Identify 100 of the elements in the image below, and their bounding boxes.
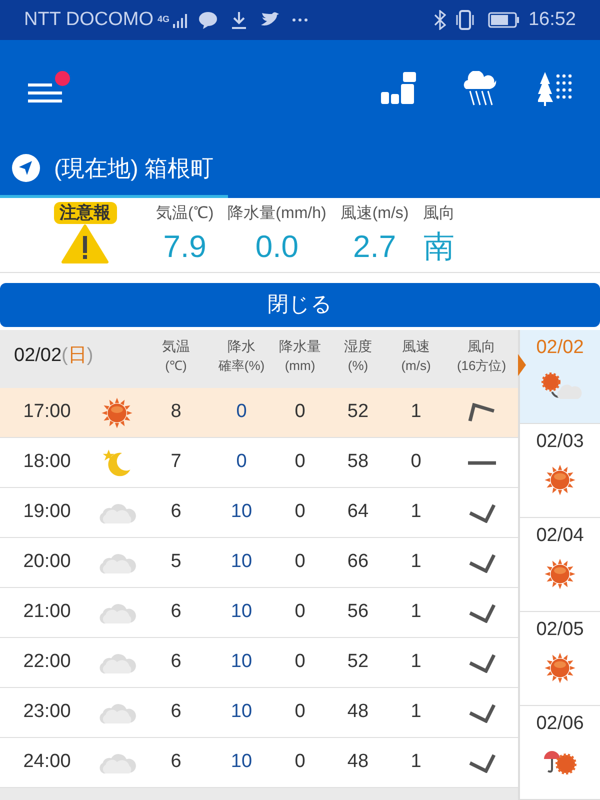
forecast-row[interactable]: 23:00 6 10 0 48 1 <box>0 688 518 738</box>
temperature-cell-text: 8 <box>170 400 182 424</box>
forecast-row[interactable]: 20:00 5 10 0 66 1 <box>0 538 518 588</box>
signal-icon <box>172 12 190 28</box>
precip-chance-cell-text: 0 <box>235 450 248 474</box>
forecast-row[interactable]: 22:00 6 10 0 52 1 <box>0 638 518 688</box>
precip-amount-cell-text: 0 <box>294 500 306 524</box>
weather-label: 風向 <box>422 204 455 224</box>
rain-cloud-button[interactable] <box>462 70 498 107</box>
day-date: 02/03 <box>536 430 584 454</box>
tree-icon <box>538 72 572 106</box>
precip-chance-cell-text: 10 <box>230 700 254 724</box>
wind-speed-cell-text: 1 <box>410 750 422 774</box>
location-title: (現在地) 箱根町 <box>54 154 214 183</box>
temperature-cell-text: 6 <box>170 650 182 674</box>
date-label: 02/02 <box>14 344 62 368</box>
precip-amount-cell-text: 0 <box>294 450 306 474</box>
bluetooth-icon <box>434 10 446 30</box>
forecast-row[interactable]: 19:00 6 10 0 64 1 <box>0 488 518 538</box>
warning-icon <box>61 224 109 264</box>
temperature-cell-text: 6 <box>170 700 182 724</box>
carrier-name: NTT DOCOMO <box>24 8 154 32</box>
humidity-cell-text: 64 <box>346 500 370 524</box>
network-type: 4G <box>157 13 170 26</box>
time-cell-text: 21:00 <box>22 600 72 624</box>
precip-chance-cell-text: 10 <box>230 650 254 674</box>
forecast-row[interactable]: 17:00 8 0 0 52 1 <box>0 388 518 438</box>
temperature-cell-text: 6 <box>170 500 182 524</box>
selection-arrow-icon <box>518 354 526 376</box>
wind-speed-cell-text: 1 <box>410 500 422 524</box>
humidity-cell-text: 56 <box>346 600 370 624</box>
weather-value: 0.0 <box>255 228 299 266</box>
column-header: 降水量 (mm) <box>278 337 322 375</box>
weather-label: 降水量(mm/h) <box>228 204 326 224</box>
time-cell-text: 20:00 <box>22 550 72 574</box>
weekday-close-paren: ) <box>86 344 94 368</box>
chat-bubble-icon <box>198 10 218 29</box>
column-header: 湿度 (%) <box>343 337 373 375</box>
wind-speed-cell-text: 1 <box>410 700 422 724</box>
rain-cloud-icon <box>462 70 498 107</box>
precip-chance-cell-text: 10 <box>230 750 254 774</box>
temperature-cell-text: 5 <box>170 550 182 574</box>
wind-speed-cell-text: 1 <box>410 550 422 574</box>
clock-time: 16:52 <box>528 8 576 32</box>
precip-amount-cell-text: 0 <box>294 400 306 424</box>
vibrate-icon <box>454 10 476 30</box>
column-header: 風向 (16方位) <box>456 337 508 375</box>
weather-value: 7.9 <box>163 228 206 266</box>
bird-icon <box>260 12 280 28</box>
column-header: 風速 (m/s) <box>400 337 432 375</box>
forecast-row[interactable]: 21:00 6 10 0 56 1 <box>0 588 518 638</box>
wind-speed-cell-text: 1 <box>410 600 422 624</box>
weekday-label: 日 <box>68 344 87 368</box>
precip-amount-cell-text: 0 <box>294 750 306 774</box>
weather-label: 気温(℃) <box>156 204 214 224</box>
temperature-cell-text: 6 <box>170 600 182 624</box>
column-header: 降水 確率(%) <box>217 337 266 375</box>
precip-chance-cell-text: 10 <box>230 550 254 574</box>
menu-icon <box>28 80 62 103</box>
forecast-row[interactable]: 18:00 7 0 0 58 0 <box>0 438 518 488</box>
weekday-open-paren: ( <box>62 344 68 368</box>
close-button[interactable]: 閉じる <box>0 282 600 327</box>
time-cell-text: 18:00 <box>22 450 72 474</box>
blocks-icon <box>381 72 417 106</box>
humidity-cell-text: 48 <box>346 700 370 724</box>
battery-icon <box>488 12 520 28</box>
forecast-row[interactable]: 24:00 6 10 0 48 1 <box>0 738 518 788</box>
wind-speed-cell-text: 1 <box>410 650 422 674</box>
precip-chance-cell-text: 10 <box>230 600 254 624</box>
download-icon <box>230 10 248 29</box>
precip-amount-cell-text: 0 <box>294 600 306 624</box>
time-cell-text: 22:00 <box>22 650 72 674</box>
column-header: 気温 (℃) <box>161 337 191 375</box>
time-cell-text: 19:00 <box>22 500 72 524</box>
weather-value: 2.7 <box>352 228 396 266</box>
alert-badge: 注意報 <box>54 202 116 224</box>
day-date: 02/05 <box>536 618 584 642</box>
humidity-cell-text: 48 <box>346 750 370 774</box>
humidity-cell-text: 52 <box>346 650 370 674</box>
time-cell-text: 24:00 <box>22 750 72 774</box>
precip-chance-cell-text: 10 <box>230 500 254 524</box>
time-cell-text: 23:00 <box>22 700 72 724</box>
humidity-cell-text: 52 <box>346 400 370 424</box>
humidity-cell-text: 58 <box>346 450 370 474</box>
precip-amount-cell-text: 0 <box>294 650 306 674</box>
wind-speed-cell-text: 0 <box>410 450 422 474</box>
day-date: 02/06 <box>536 712 584 736</box>
day-date: 02/02 <box>536 336 584 360</box>
blocks-button[interactable] <box>381 72 417 106</box>
precip-amount-cell-text: 0 <box>294 700 306 724</box>
day-date: 02/04 <box>536 524 584 548</box>
weather-value: 南 <box>423 228 454 266</box>
precip-amount-cell-text: 0 <box>294 550 306 574</box>
temperature-cell-text: 6 <box>170 750 182 774</box>
temperature-cell-text: 7 <box>170 450 182 474</box>
more-icon <box>292 18 308 22</box>
humidity-cell-text: 66 <box>346 550 370 574</box>
time-cell-text: 17:00 <box>22 400 72 424</box>
weather-label: 風速(m/s) <box>340 204 409 224</box>
forest-button[interactable] <box>538 72 572 106</box>
